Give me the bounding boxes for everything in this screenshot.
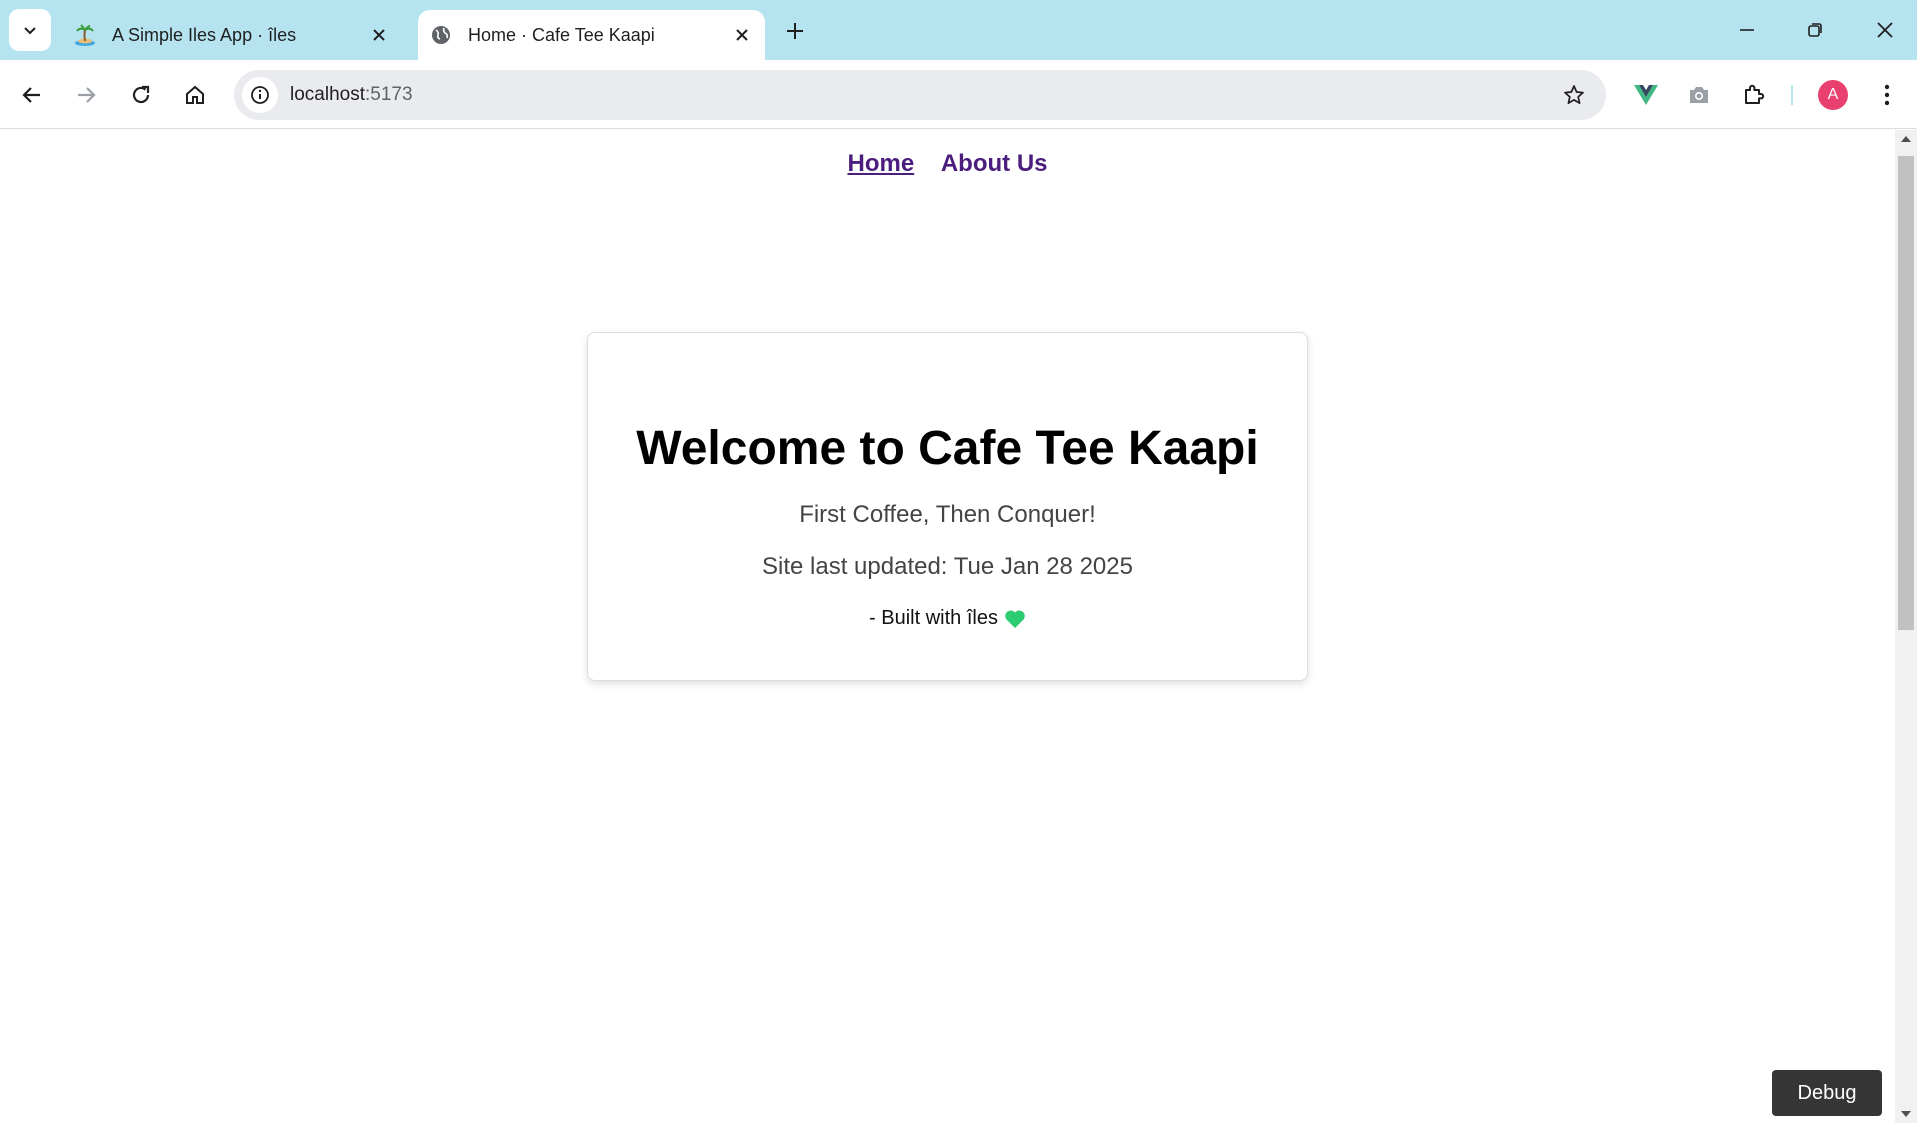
page-viewport: Home About Us Welcome to Cafe Tee Kaapi … — [0, 130, 1917, 1123]
close-window-button[interactable] — [1862, 8, 1908, 52]
tab-cafe-home[interactable]: Home · Cafe Tee Kaapi — [418, 10, 765, 60]
last-updated-text: Site last updated: Tue Jan 28 2025 — [762, 553, 1133, 580]
vue-devtools-extension[interactable] — [1626, 75, 1666, 115]
forward-button[interactable] — [66, 75, 106, 115]
close-tab-icon[interactable] — [727, 20, 757, 50]
puzzle-icon — [1745, 84, 1765, 104]
profile-avatar[interactable]: A — [1818, 80, 1848, 110]
reload-icon — [132, 85, 150, 104]
island-emoji-icon — [72, 22, 98, 48]
browser-menu-button[interactable] — [1867, 75, 1907, 115]
tagline: First Coffee, Then Conquer! — [799, 501, 1096, 528]
page-title: Welcome to Cafe Tee Kaapi — [636, 422, 1259, 475]
close-icon — [1877, 22, 1893, 38]
screenshot-extension[interactable] — [1679, 75, 1719, 115]
tab-strip: A Simple Iles App · îles Home · Cafe Tee… — [0, 0, 1917, 60]
arrow-left-icon — [22, 87, 40, 103]
built-with-text: - Built with îles — [869, 607, 998, 629]
home-button[interactable] — [175, 75, 215, 115]
bookmark-star-icon[interactable] — [1556, 77, 1592, 113]
debug-button[interactable]: Debug — [1772, 1070, 1882, 1116]
plus-icon — [787, 23, 803, 39]
extensions-button[interactable] — [1734, 75, 1774, 115]
built-with-line: - Built with îles — [588, 607, 1307, 630]
tab-iles-app[interactable]: A Simple Iles App · îles — [62, 10, 402, 60]
nav-link-home[interactable]: Home — [847, 150, 914, 177]
site-nav: Home About Us — [0, 150, 1895, 178]
page-scrollbar[interactable] — [1895, 130, 1917, 1123]
address-bar[interactable]: localhost:5173 — [234, 70, 1606, 120]
minimize-button[interactable] — [1724, 8, 1770, 52]
nav-link-about[interactable]: About Us — [941, 150, 1048, 177]
reload-button[interactable] — [121, 75, 161, 115]
chevron-down-icon — [24, 27, 36, 35]
back-button[interactable] — [12, 75, 52, 115]
vue-logo-icon — [1634, 85, 1658, 105]
welcome-card: Welcome to Cafe Tee Kaapi First Coffee, … — [587, 332, 1308, 681]
globe-icon — [428, 22, 454, 48]
restore-icon — [1808, 23, 1822, 37]
toolbar-separator — [1791, 85, 1793, 105]
camera-icon — [1690, 87, 1708, 103]
tab-title: Home · Cafe Tee Kaapi — [468, 24, 655, 45]
kebab-menu-icon — [1884, 84, 1890, 106]
scrollbar-thumb[interactable] — [1898, 156, 1914, 630]
browser-toolbar: localhost:5173 A — [0, 60, 1917, 129]
site-info-icon[interactable] — [242, 77, 278, 113]
minimize-icon — [1740, 29, 1754, 31]
new-tab-button[interactable] — [778, 14, 812, 48]
restore-button[interactable] — [1792, 8, 1838, 52]
tab-title: A Simple Iles App · îles — [112, 24, 297, 45]
url-port: :5173 — [365, 84, 413, 105]
home-icon — [186, 85, 204, 104]
tab-search-button[interactable] — [9, 9, 51, 51]
close-tab-icon[interactable] — [364, 20, 394, 50]
scroll-up-arrow-icon[interactable] — [1895, 130, 1917, 148]
url-text[interactable]: localhost:5173 — [290, 70, 413, 120]
scroll-down-arrow-icon[interactable] — [1895, 1105, 1917, 1123]
green-heart-icon — [1005, 610, 1025, 628]
arrow-right-icon — [78, 87, 96, 103]
url-host: localhost — [290, 84, 365, 105]
